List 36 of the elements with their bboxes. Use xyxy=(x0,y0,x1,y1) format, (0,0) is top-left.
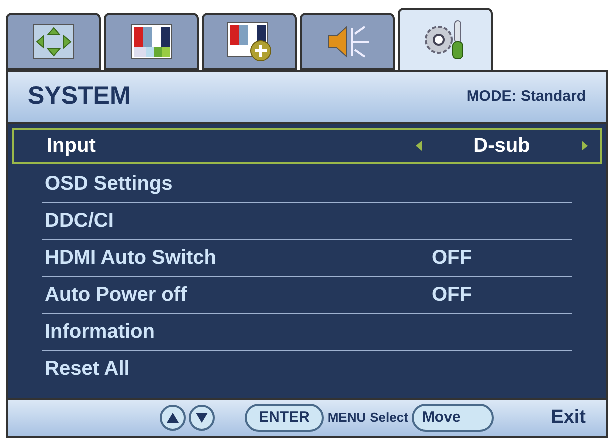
color-bars-plus-icon xyxy=(226,22,272,62)
item-label: OSD Settings xyxy=(45,172,173,197)
mode-label: MODE: Standard xyxy=(466,86,586,107)
menu-row[interactable]: Input D-sub xyxy=(12,128,602,164)
menu-row[interactable]: Information xyxy=(42,314,572,351)
menu-key-label: MENU xyxy=(328,409,366,428)
exit-label: Exit xyxy=(551,406,586,430)
right-arrow-icon xyxy=(582,141,588,151)
menu-row[interactable]: OSD Settings xyxy=(42,166,572,203)
menu-row[interactable]: Reset All xyxy=(42,351,572,388)
enter-key-label: ENTER xyxy=(245,404,324,432)
down-button-icon xyxy=(189,405,215,431)
up-button-icon xyxy=(160,405,186,431)
item-label: HDMI Auto Switch xyxy=(45,246,216,271)
menu-title: SYSTEM xyxy=(28,81,131,112)
move-label: Move xyxy=(412,404,494,432)
left-arrow-icon xyxy=(416,141,422,151)
menu-tab[interactable] xyxy=(202,13,297,70)
item-label: DDC/CI xyxy=(45,209,114,234)
menu-tab[interactable] xyxy=(104,13,199,70)
menu-tab[interactable] xyxy=(6,13,101,70)
color-bars-icon xyxy=(130,24,172,60)
menu-tab[interactable] xyxy=(398,8,493,70)
item-value: D-sub xyxy=(472,134,532,159)
item-label: Reset All xyxy=(45,357,130,382)
item-label: Information xyxy=(45,320,155,345)
item-label: Input xyxy=(47,134,96,159)
select-label: Select xyxy=(370,409,408,428)
item-label: Auto Power off xyxy=(45,283,188,308)
item-value: OFF xyxy=(431,246,473,271)
menu-row[interactable]: DDC/CI xyxy=(42,203,572,240)
menu-row[interactable]: HDMI Auto Switch OFF xyxy=(42,240,572,277)
arrows-icon xyxy=(32,24,74,60)
item-value: OFF xyxy=(431,283,473,308)
menu-tab[interactable] xyxy=(300,13,395,70)
menu-row[interactable]: Auto Power off OFF xyxy=(42,277,572,314)
